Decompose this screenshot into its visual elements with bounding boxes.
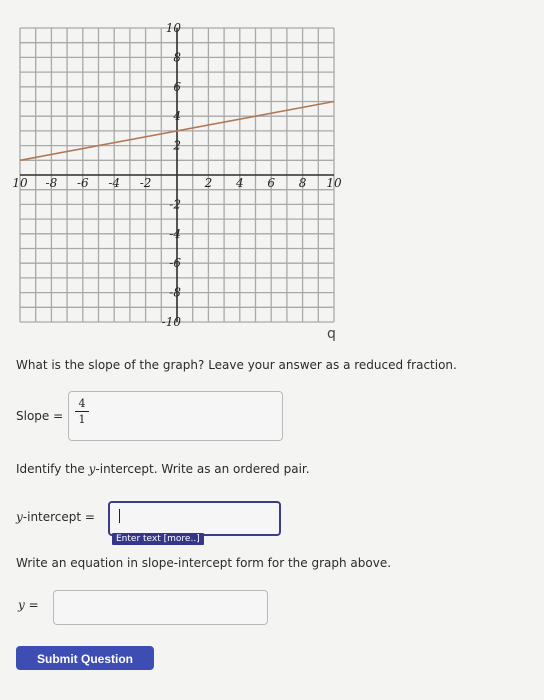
x-tick-label: 2 <box>204 176 213 190</box>
text-caret <box>119 509 120 523</box>
x-tick-label: 10 <box>12 176 28 190</box>
x-tick-label: -2 <box>140 176 152 190</box>
magnifier-icon[interactable]: q <box>327 326 336 342</box>
slope-numerator: 4 <box>78 397 86 410</box>
y-tick-label: -2 <box>169 197 181 211</box>
y-tick-label: 2 <box>172 139 181 153</box>
intercept-question: Identify the y-intercept. Write as an or… <box>16 462 310 476</box>
enter-text-hint[interactable]: Enter text [more..] <box>112 533 204 545</box>
y-tick-label: 10 <box>166 21 182 35</box>
slope-denominator: 1 <box>78 413 86 426</box>
slope-answer-box[interactable] <box>68 391 283 441</box>
y-tick-label: -4 <box>169 227 181 241</box>
slope-question: What is the slope of the graph? Leave yo… <box>16 358 457 372</box>
fraction-bar <box>75 411 89 412</box>
equation-label: y = <box>18 598 39 612</box>
x-tick-label: -6 <box>77 176 89 190</box>
equation-question: Write an equation in slope-intercept for… <box>16 556 392 570</box>
x-tick-label: 10 <box>326 176 342 190</box>
y-tick-label: -10 <box>162 315 182 329</box>
y-tick-label: 6 <box>173 80 181 94</box>
y-tick-label: -8 <box>169 286 181 300</box>
x-tick-label: -8 <box>46 176 58 190</box>
equation-input[interactable] <box>53 590 268 625</box>
coordinate-graph: 10 -8 -6 -4 -2 2 4 6 8 10 10 8 6 4 2 -2 -4 -6 -8 -10 q <box>12 21 342 342</box>
x-tick-label: 8 <box>299 176 307 190</box>
slope-fraction: 4 1 <box>75 397 89 426</box>
submit-button[interactable]: Submit Question <box>16 646 154 670</box>
x-tick-label: 6 <box>267 176 275 190</box>
intercept-input[interactable] <box>108 501 281 536</box>
x-tick-label: -4 <box>108 176 120 190</box>
intercept-label: y-intercept = <box>16 510 95 524</box>
y-tick-label: 4 <box>172 109 181 123</box>
y-tick-label: -6 <box>169 256 181 270</box>
x-tick-label: 4 <box>235 176 244 190</box>
slope-label: Slope = <box>16 409 64 423</box>
y-tick-label: 8 <box>173 50 181 64</box>
